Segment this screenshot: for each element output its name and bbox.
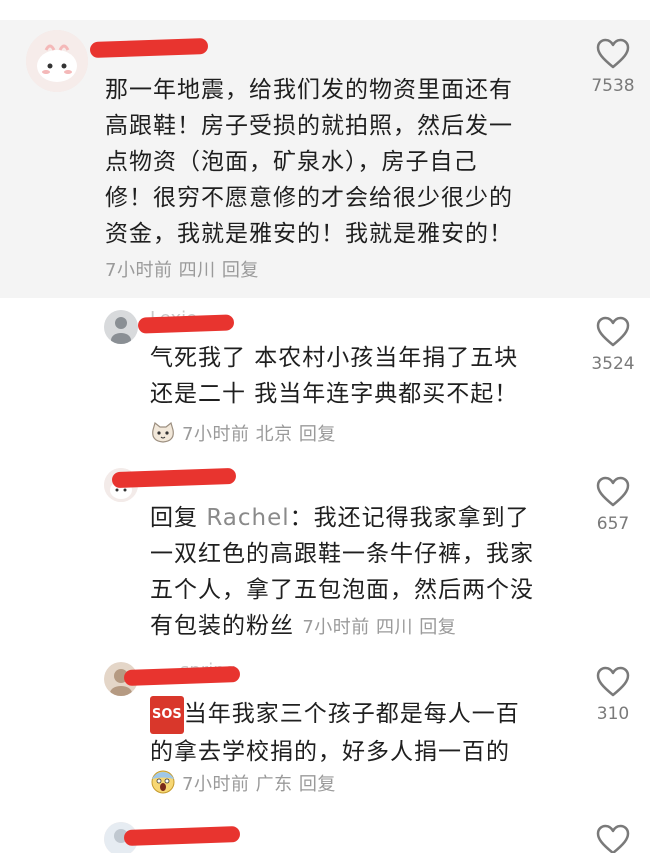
reply-label: 回复: [150, 505, 198, 531]
comment-5-partial: [0, 808, 650, 853]
comment-text: 那一年地震，给我们发的物资里面还有 高跟鞋！房子受损的就拍照，然后发一 点物资（…: [105, 77, 513, 247]
cat-face-emoji-icon: [150, 421, 176, 449]
heart-outline-icon: [596, 824, 630, 853]
like-button[interactable]: 3524: [578, 316, 648, 374]
comment-text: SOS当年我家三个孩子都是每人一百 的拿去学校捐的，好多人捐一百的: [150, 696, 580, 770]
like-count: 657: [596, 514, 630, 534]
comment-meta[interactable]: 7小时前 广东 回复: [150, 770, 336, 799]
username-redacted[interactable]: [137, 314, 235, 334]
username-redacted[interactable]: [89, 37, 209, 59]
comment-text: 回复 Rachel：我还记得我家拿到了 一双红色的高跟鞋一条牛仔裤，我家 五个人…: [150, 505, 534, 639]
screaming-face-emoji-icon: [150, 770, 176, 799]
comment-2: Lexie 气死我了 本农村小孩当年捐了五块 还是二十 我当年连字典都买不起！ …: [0, 298, 650, 458]
comment-meta[interactable]: 7小时前 北京 回复: [150, 420, 336, 449]
like-count: 310: [596, 704, 630, 724]
comment-meta[interactable]: 7小时前 四川 回复: [302, 617, 456, 638]
comment-1: 那一年地震，给我们发的物资里面还有 高跟鞋！房子受损的就拍照，然后发一 点物资（…: [0, 20, 650, 298]
avatar[interactable]: [104, 310, 138, 344]
comment-3: 回复 Rachel：我还记得我家拿到了 一双红色的高跟鞋一条牛仔裤，我家 五个人…: [0, 458, 650, 648]
like-button[interactable]: 657: [578, 476, 648, 534]
username-redacted[interactable]: [123, 825, 241, 847]
like-count: 3524: [591, 354, 635, 374]
avatar[interactable]: [26, 30, 88, 92]
sos-emoji-icon: SOS: [150, 696, 184, 734]
heart-outline-icon: [596, 38, 630, 69]
username-redacted[interactable]: [111, 467, 237, 489]
like-button[interactable]: 7538: [578, 38, 648, 96]
username-redacted[interactable]: [123, 665, 241, 687]
heart-outline-icon: [596, 476, 630, 507]
comment-text: 气死我了 本农村小孩当年捐了五块 还是二十 我当年连字典都买不起！: [150, 345, 519, 407]
reply-target-name[interactable]: Rachel: [206, 505, 289, 531]
like-button[interactable]: 310: [578, 666, 648, 724]
comment-meta[interactable]: 7小时前 四川 回复: [105, 256, 259, 282]
comment-4: spring SOS当年我家三个孩子都是每人一百 的拿去学校捐的，好多人捐一百的…: [0, 648, 650, 808]
like-button[interactable]: [578, 824, 648, 853]
heart-outline-icon: [596, 666, 630, 697]
like-count: 7538: [591, 76, 635, 96]
avatar-photo-icon: [104, 310, 138, 344]
heart-outline-icon: [596, 316, 630, 347]
avatar-cartoon-icon: [26, 30, 88, 92]
